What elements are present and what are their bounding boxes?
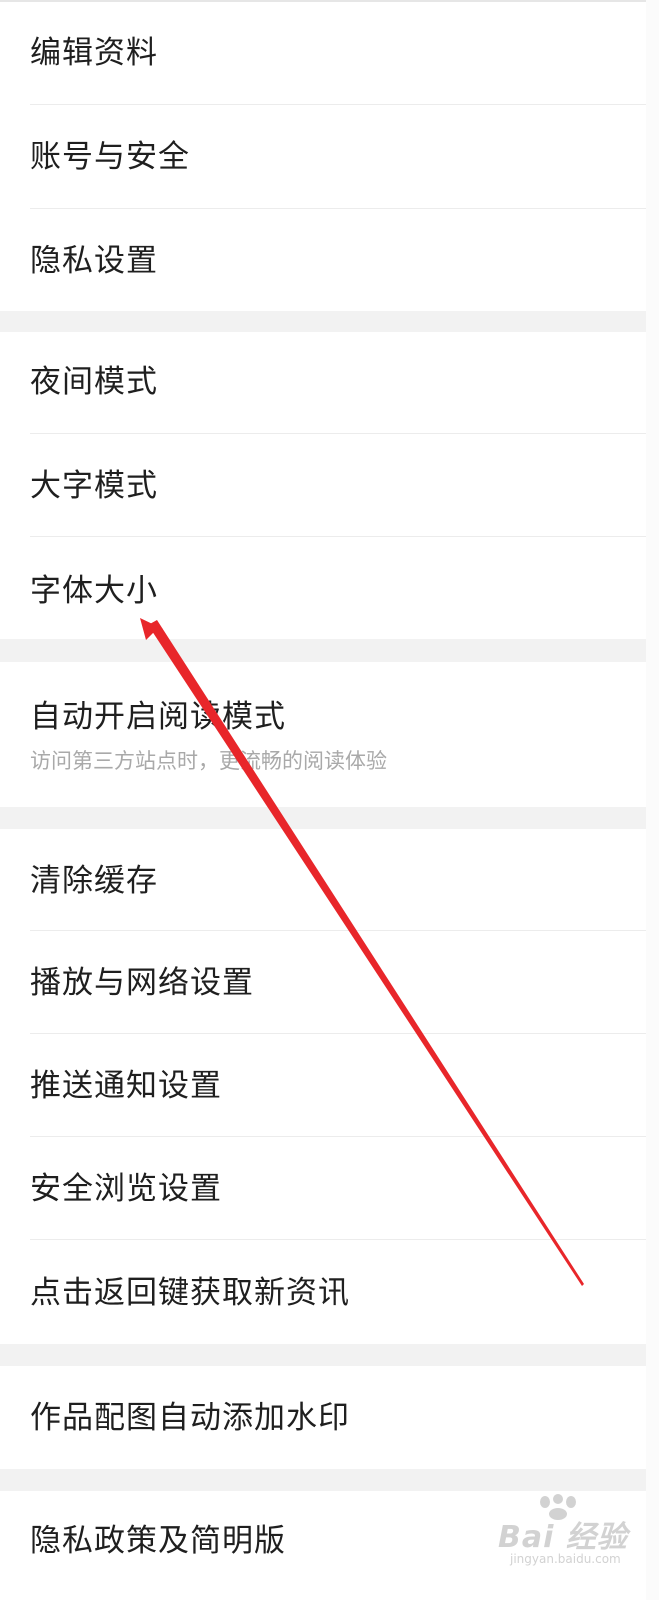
privacy-settings-item[interactable]: 隐私设置: [0, 209, 646, 311]
clear-cache-item[interactable]: 清除缓存: [0, 829, 646, 930]
right-edge-strip: [646, 0, 659, 1600]
push-notifications-label: 推送通知设置: [30, 1068, 222, 1104]
auto-reading-mode-description: 访问第三方站点时，更流畅的阅读体验: [30, 749, 387, 773]
settings-group-profile: 编辑资料 账号与安全 隐私设置: [0, 2, 646, 311]
font-size-item[interactable]: 字体大小: [0, 537, 646, 639]
settings-group-display: 夜间模式 大字模式 字体大小: [0, 332, 646, 639]
playback-network-label: 播放与网络设置: [30, 965, 254, 1001]
privacy-settings-label: 隐私设置: [30, 243, 158, 279]
privacy-policy-item[interactable]: 隐私政策及简明版: [0, 1491, 646, 1600]
auto-reading-mode-label: 自动开启阅读模式: [30, 699, 286, 735]
settings-group-watermark: 作品配图自动添加水印: [0, 1366, 646, 1469]
clear-cache-label: 清除缓存: [30, 863, 158, 899]
font-size-label: 字体大小: [30, 573, 158, 609]
large-font-mode-item[interactable]: 大字模式: [0, 434, 646, 536]
auto-reading-mode-item[interactable]: 自动开启阅读模式 访问第三方站点时，更流畅的阅读体验: [0, 662, 646, 807]
auto-watermark-item[interactable]: 作品配图自动添加水印: [0, 1366, 646, 1469]
edit-profile-item[interactable]: 编辑资料: [0, 2, 646, 104]
account-security-label: 账号与安全: [30, 139, 190, 175]
back-key-refresh-item[interactable]: 点击返回键获取新资讯: [0, 1240, 646, 1344]
privacy-policy-label: 隐私政策及简明版: [30, 1523, 286, 1559]
auto-watermark-label: 作品配图自动添加水印: [30, 1400, 350, 1436]
settings-group-privacy-policy: 隐私政策及简明版: [0, 1491, 646, 1600]
push-notifications-item[interactable]: 推送通知设置: [0, 1034, 646, 1136]
back-key-refresh-label: 点击返回键获取新资讯: [30, 1275, 350, 1311]
night-mode-label: 夜间模式: [30, 364, 158, 400]
playback-network-item[interactable]: 播放与网络设置: [0, 931, 646, 1033]
settings-page: 编辑资料 账号与安全 隐私设置 夜间模式 大字模式 字体大小 自动开启阅读模式 …: [0, 0, 646, 1600]
safe-browsing-item[interactable]: 安全浏览设置: [0, 1137, 646, 1239]
account-security-item[interactable]: 账号与安全: [0, 105, 646, 208]
edit-profile-label: 编辑资料: [30, 35, 158, 71]
settings-group-general: 清除缓存 播放与网络设置 推送通知设置 安全浏览设置 点击返回键获取新资讯: [0, 829, 646, 1344]
settings-group-reading: 自动开启阅读模式 访问第三方站点时，更流畅的阅读体验: [0, 662, 646, 807]
large-font-mode-label: 大字模式: [30, 468, 158, 504]
safe-browsing-label: 安全浏览设置: [30, 1171, 222, 1207]
night-mode-item[interactable]: 夜间模式: [0, 332, 646, 433]
